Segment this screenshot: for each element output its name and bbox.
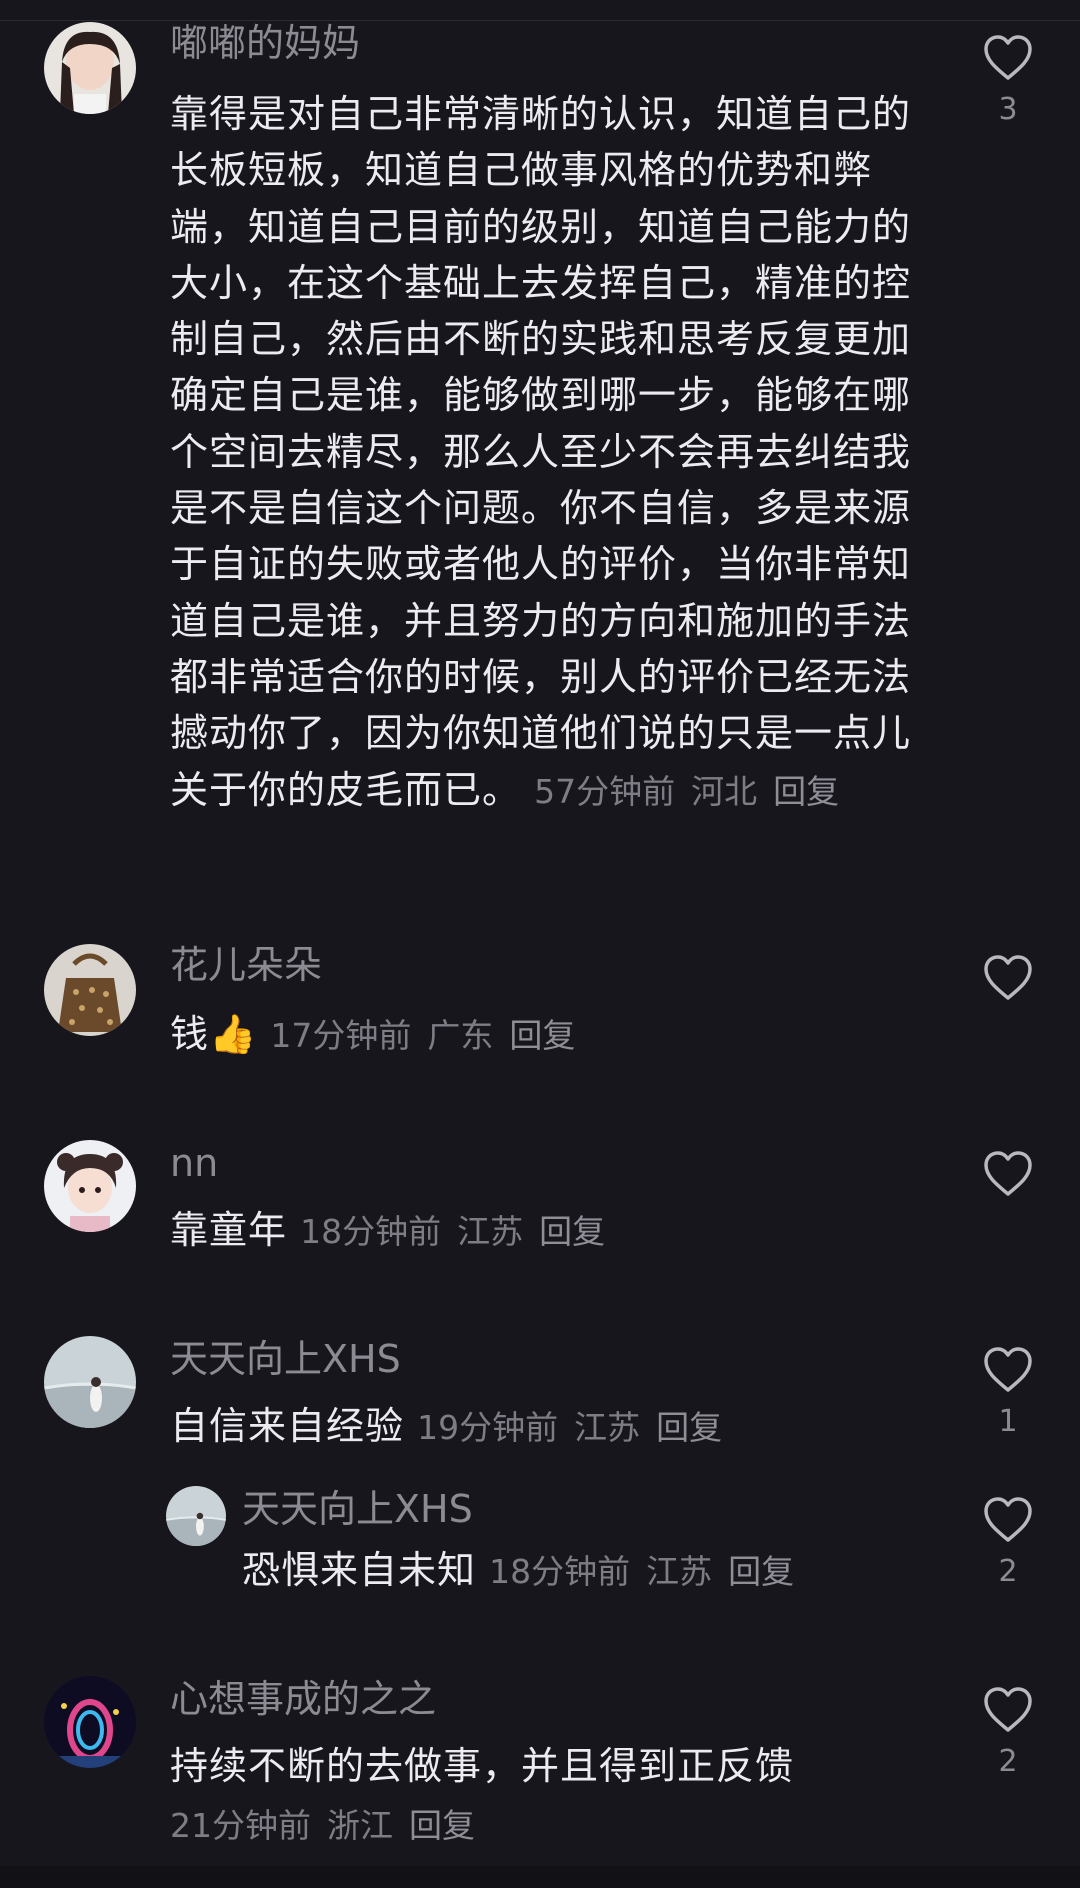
heart-outline-icon [984,955,1032,1000]
avatar[interactable] [44,1676,136,1768]
like-count: 2 [998,1744,1018,1779]
heart-outline-icon [984,1497,1032,1542]
like-count: 3 [998,92,1018,127]
comment-text: 靠得是对自己非常清晰的认识，知道自己的长板短板，知道自己做事风格的优势和弊端，知… [170,92,912,812]
like-button[interactable]: 2 [978,1686,1038,1778]
heart-outline-icon [984,1347,1032,1392]
reply-text-block: 恐惧来自未知 18分钟前 江苏 回复 [242,1542,932,1600]
comment-meta: 18分钟前 江苏 回复 [300,1212,621,1251]
reply-text: 恐惧来自未知 [242,1548,477,1592]
like-button[interactable]: 1 [978,1346,1038,1438]
comment-username[interactable]: nn [170,1140,218,1186]
reply-button[interactable]: 回复 [728,1552,794,1591]
comment-meta: 17分钟前 广东 回复 [270,1016,591,1055]
comment-text: 靠童年 [170,1208,288,1252]
like-button[interactable]: 3 [978,34,1038,126]
comment-meta: 57分钟前 河北 回复 [534,772,855,811]
comment-time: 57分钟前 [534,771,676,811]
like-count: 1 [998,1404,1018,1439]
comment-text: 自信来自经验 [170,1404,405,1448]
comment-username[interactable]: 嘟嘟的妈妈 [170,20,360,66]
reply-time: 18分钟前 [489,1552,631,1591]
comment-text: 持续不断的去做事，并且得到正反馈 [170,1744,795,1788]
comment-location: 浙江 [327,1806,393,1845]
like-button[interactable] [978,954,1038,1014]
avatar[interactable] [44,22,136,114]
comment-location: 广东 [427,1016,494,1055]
like-count: 2 [998,1554,1018,1589]
like-button[interactable] [978,1150,1038,1210]
top-divider [0,0,1080,21]
comment-location: 江苏 [457,1212,524,1251]
comment-location: 河北 [691,771,758,811]
comment-time: 17分钟前 [270,1016,412,1055]
comment-username[interactable]: 天天向上XHS [170,1336,401,1382]
heart-outline-icon [984,1687,1032,1732]
comment-text-block: 靠得是对自己非常清晰的认识，知道自己的长板短板，知道自己做事风格的优势和弊端，知… [170,86,932,820]
reply-button[interactable]: 回复 [656,1408,722,1447]
reply-button[interactable]: 回复 [509,1016,575,1055]
comment-text-block: 持续不断的去做事，并且得到正反馈 21分钟前 浙江 回复 [170,1738,932,1846]
reply-button[interactable]: 回复 [539,1212,605,1251]
reply-location: 江苏 [646,1552,713,1591]
comment-time: 18分钟前 [300,1212,442,1251]
reply-meta: 18分钟前 江苏 回复 [489,1552,810,1591]
avatar[interactable] [44,1140,136,1232]
avatar[interactable] [44,1336,136,1428]
comment-text-block: 靠童年 18分钟前 江苏 回复 [170,1202,932,1260]
comment-time: 21分钟前 [170,1806,311,1845]
comment-text-block: 自信来自经验 19分钟前 江苏 回复 [170,1398,932,1456]
comment-time: 19分钟前 [417,1408,559,1447]
bottom-edge [0,1866,1080,1888]
comment-text: 钱👍 [170,1012,258,1056]
comment-meta: 19分钟前 江苏 回复 [417,1408,738,1447]
comment-meta: 21分钟前 浙江 回复 [170,1806,932,1846]
comment-location: 江苏 [574,1408,641,1447]
reply-button[interactable]: 回复 [773,772,839,811]
avatar[interactable] [166,1486,226,1546]
reply-username[interactable]: 天天向上XHS [242,1486,473,1532]
reply-button[interactable]: 回复 [409,1806,475,1845]
heart-outline-icon [984,1151,1032,1196]
comment-text-block: 钱👍 17分钟前 广东 回复 [170,1006,932,1064]
avatar[interactable] [44,944,136,1036]
like-button[interactable]: 2 [978,1496,1038,1588]
comment-username[interactable]: 心想事成的之之 [170,1676,436,1722]
heart-outline-icon [984,35,1032,80]
comment-username[interactable]: 花儿朵朵 [170,942,322,988]
